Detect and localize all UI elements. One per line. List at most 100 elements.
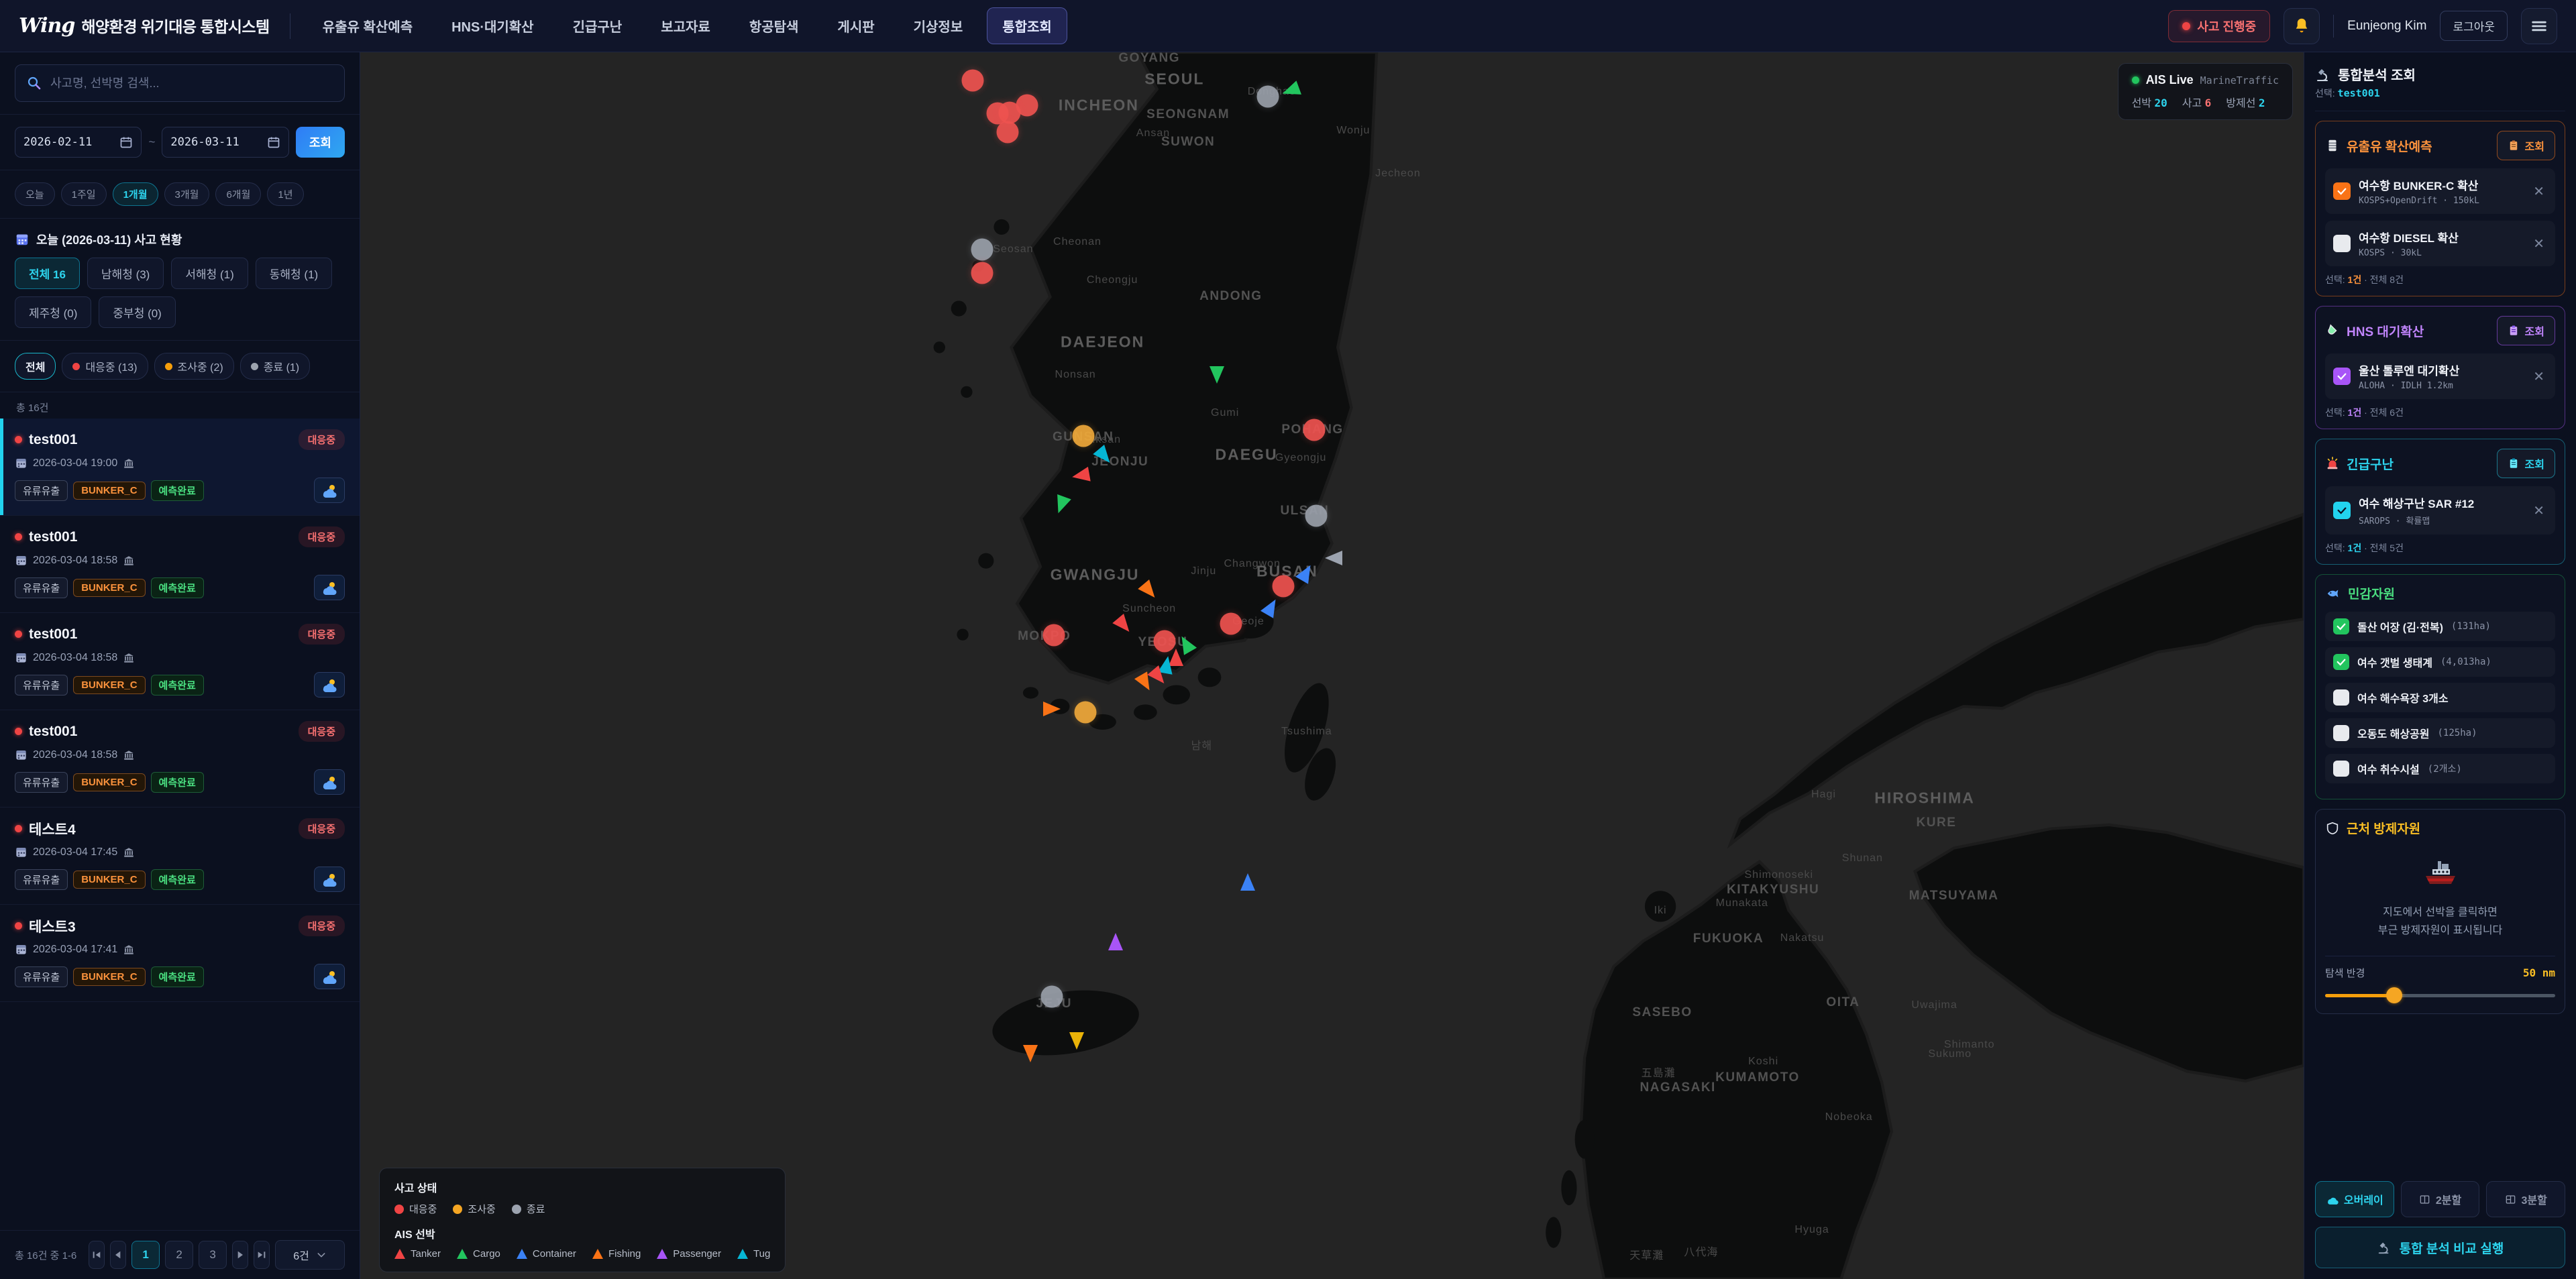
region-chip-전체 16[interactable]: 전체 16 [15,258,80,289]
incident-marker[interactable] [1220,613,1242,635]
close-icon[interactable]: ✕ [2530,183,2547,200]
view-mode-오버레이[interactable]: 오버레이 [2315,1181,2394,1217]
incident-marker[interactable] [1072,425,1094,447]
incident-marker[interactable] [961,70,983,92]
page-button-3[interactable]: 3 [199,1241,227,1269]
checkbox[interactable] [2333,235,2351,252]
date-from-input[interactable]: 2026-02-11 [15,127,142,158]
simulation-item[interactable]: 여수항 DIESEL 확산KOSPS · 30kL✕ [2325,221,2555,266]
incident-marker[interactable] [998,101,1020,123]
quick-range-6개월[interactable]: 6개월 [215,182,261,206]
checkbox[interactable] [2333,182,2351,200]
incident-marker[interactable] [1154,630,1176,652]
resource-item[interactable]: 오동도 해상공원(125ha) [2325,718,2555,748]
page-button-1[interactable]: 1 [131,1241,160,1269]
weather-button[interactable] [314,769,345,795]
nav-item-항공탐색[interactable]: 항공탐색 [735,8,814,44]
quick-range-1개월[interactable]: 1개월 [113,182,158,206]
hns-query-button[interactable]: 조회 [2497,316,2555,345]
status-filter-전체[interactable]: 전체 [15,353,56,380]
date-query-button[interactable]: 조회 [296,127,345,158]
incident-card-테스트3[interactable]: 테스트3대응중2026-03-04 17:41유류유출BUNKER_C예측완료 [0,905,360,1002]
nav-item-통합조회[interactable]: 통합조회 [987,7,1067,44]
incident-marker[interactable] [971,262,994,284]
incident-marker[interactable] [1043,624,1065,646]
resource-item[interactable]: 돌산 어장 (김·전복)(131ha) [2325,612,2555,641]
search-input[interactable] [50,76,333,91]
incident-card-테스트4[interactable]: 테스트4대응중2026-03-04 17:45유류유출BUNKER_C예측완료 [0,808,360,905]
checkbox[interactable] [2333,689,2349,706]
incident-marker[interactable] [1273,575,1295,597]
checkbox[interactable] [2333,502,2351,519]
nav-item-게시판[interactable]: 게시판 [822,8,889,44]
nav-item-유출유 확산예측[interactable]: 유출유 확산예측 [308,8,427,44]
status-filter-조사중 (2)[interactable]: 조사중 (2) [154,353,234,380]
checkbox[interactable] [2333,618,2349,634]
incident-card-test001[interactable]: test001대응중2026-03-04 19:00유류유출BUNKER_C예측… [0,419,360,516]
simulation-item[interactable]: 여수 해상구난 SAR #12SAROPS · 확률맵✕ [2325,486,2555,535]
checkbox[interactable] [2333,725,2349,741]
region-chip-제주청 (0)[interactable]: 제주청 (0) [15,296,91,328]
checkbox[interactable] [2333,761,2349,777]
logout-button[interactable]: 로그아웃 [2440,11,2508,41]
page-size-select[interactable]: 6건 [275,1240,345,1270]
close-icon[interactable]: ✕ [2530,502,2547,519]
region-chip-중부청 (0)[interactable]: 중부청 (0) [99,296,175,328]
first-page-button[interactable] [89,1241,105,1269]
incident-marker[interactable] [1303,419,1326,441]
quick-range-1주일[interactable]: 1주일 [61,182,107,206]
status-filter-종료 (1)[interactable]: 종료 (1) [240,353,310,380]
incident-inprogress-badge[interactable]: 사고 진행중 [2168,10,2270,42]
weather-button[interactable] [314,964,345,989]
rescue-query-button[interactable]: 조회 [2497,449,2555,478]
radius-slider[interactable] [2325,987,2555,1004]
region-chip-서해청 (1)[interactable]: 서해청 (1) [171,258,248,289]
page-button-2[interactable]: 2 [165,1241,193,1269]
quick-range-오늘[interactable]: 오늘 [15,182,55,206]
simulation-item[interactable]: 여수항 BUNKER-C 확산KOSPS+OpenDrift · 150kL✕ [2325,168,2555,214]
region-chip-남해청 (3)[interactable]: 남해청 (3) [87,258,164,289]
incident-search-box[interactable] [15,64,345,102]
next-page-button[interactable] [232,1241,248,1269]
view-mode-3분할[interactable]: 3분할 [2486,1181,2565,1217]
weather-button[interactable] [314,478,345,503]
incident-card-test001[interactable]: test001대응중2026-03-04 18:58유류유출BUNKER_C예측… [0,516,360,613]
nav-item-보고자료[interactable]: 보고자료 [646,8,725,44]
simulation-item[interactable]: 울산 톨루엔 대기확산ALOHA · IDLH 1.2km✕ [2325,353,2555,399]
nav-item-기상정보[interactable]: 기상정보 [899,8,978,44]
view-mode-2분할[interactable]: 2분할 [2401,1181,2480,1217]
incident-card-test001[interactable]: test001대응중2026-03-04 18:58유류유출BUNKER_C예측… [0,710,360,808]
quick-range-1년[interactable]: 1년 [267,182,303,206]
incident-card-test001[interactable]: test001대응중2026-03-04 18:58유류유출BUNKER_C예측… [0,613,360,710]
status-filter-대응중 (13)[interactable]: 대응중 (13) [62,353,148,380]
resource-item[interactable]: 여수 갯벌 생태계(4,013ha) [2325,647,2555,677]
close-icon[interactable]: ✕ [2530,235,2547,252]
incident-marker[interactable] [1041,986,1063,1008]
slider-thumb[interactable] [2386,987,2402,1003]
weather-button[interactable] [314,575,345,600]
last-page-button[interactable] [254,1241,270,1269]
incident-marker[interactable] [1305,505,1328,527]
checkbox[interactable] [2333,654,2349,670]
incident-marker[interactable] [971,239,994,261]
resource-item[interactable]: 여수 해수욕장 3개소 [2325,683,2555,712]
hamburger-menu-button[interactable] [2521,8,2557,44]
weather-button[interactable] [314,867,345,892]
date-to-input[interactable]: 2026-03-11 [162,127,288,158]
close-icon[interactable]: ✕ [2530,368,2547,385]
notification-button[interactable] [2284,8,2320,44]
oil-query-button[interactable]: 조회 [2497,131,2555,160]
resource-item[interactable]: 여수 취수시설(2개소) [2325,754,2555,783]
incident-marker[interactable] [1256,85,1279,107]
nav-item-HNS·대기확산[interactable]: HNS·대기확산 [437,8,549,44]
checkbox[interactable] [2333,368,2351,385]
nav-item-긴급구난[interactable]: 긴급구난 [558,8,637,44]
region-chip-동해청 (1)[interactable]: 동해청 (1) [256,258,332,289]
prev-page-button[interactable] [110,1241,126,1269]
weather-button[interactable] [314,672,345,698]
incident-marker[interactable] [996,121,1018,143]
incident-marker[interactable] [1074,702,1096,724]
run-analysis-button[interactable]: 통합 분석 비교 실행 [2315,1227,2565,1268]
map-canvas[interactable]: GOYANGSEOULINCHEONSEONGNAMAnsanSUWONWonj… [360,52,2304,1279]
quick-range-3개월[interactable]: 3개월 [164,182,210,206]
